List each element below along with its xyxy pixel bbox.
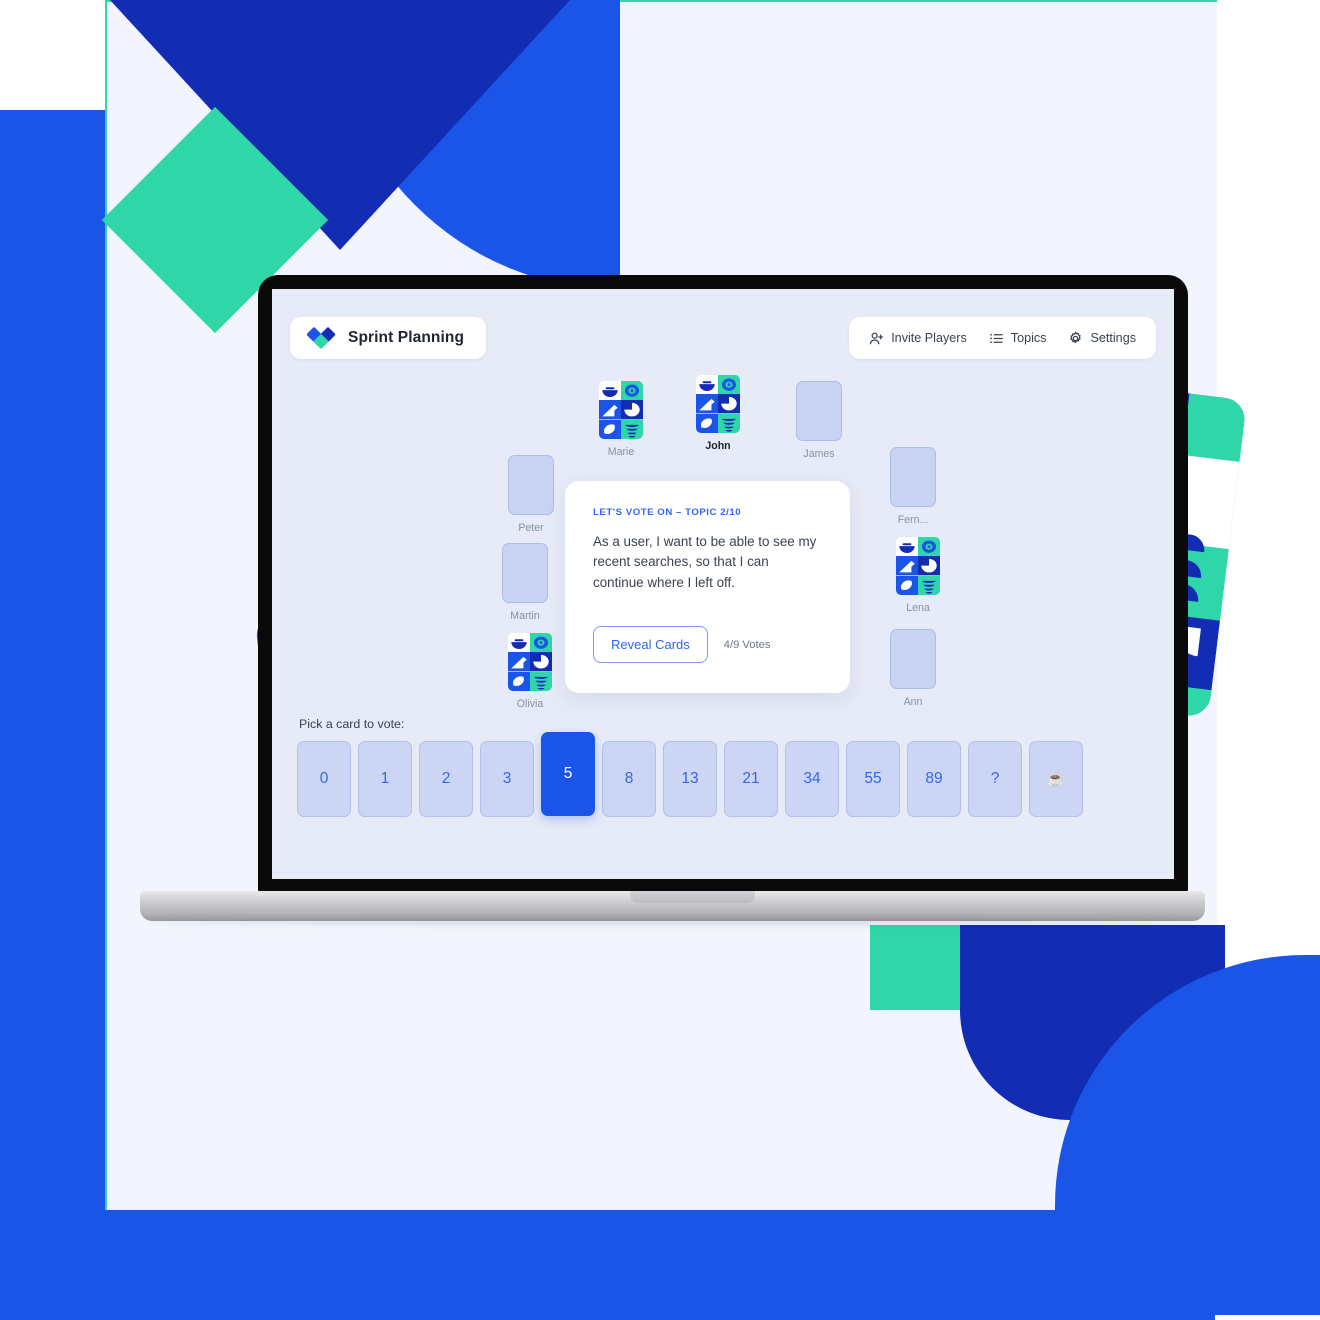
avatar-pattern-tile <box>599 400 621 420</box>
avatar-pattern-tile <box>718 394 740 414</box>
avatar-pattern-tile <box>508 652 530 672</box>
app-logo-pill[interactable]: Sprint Planning <box>290 317 487 359</box>
empty-vote-slot <box>508 455 554 515</box>
topic-kicker: LET'S VOTE ON – TOPIC 2/10 <box>593 507 742 518</box>
avatar-pattern-tile <box>530 671 552 691</box>
vote-card-0[interactable]: 0 <box>297 741 351 817</box>
empty-vote-slot <box>502 543 548 603</box>
invite-players-button[interactable]: Invite Players <box>869 331 967 346</box>
top-bar: Sprint Planning Invite Players Topics Se… <box>290 317 1156 359</box>
avatar <box>896 537 940 595</box>
player-name: Peter <box>518 522 544 534</box>
topics-label: Topics <box>1010 331 1047 345</box>
sprint-planning-app: Sprint Planning Invite Players Topics Se… <box>272 289 1174 879</box>
top-nav: Invite Players Topics Settings <box>849 317 1156 359</box>
blue-bottom-band-shape <box>0 1210 1215 1320</box>
avatar <box>696 375 740 433</box>
avatar-pattern-tile <box>530 652 552 672</box>
player-name: Olivia <box>516 698 544 710</box>
vote-count: 4/9 Votes <box>723 638 771 651</box>
settings-button[interactable]: Settings <box>1068 331 1136 346</box>
player-name: Fern... <box>897 514 929 526</box>
player-peter[interactable]: Peter <box>502 455 560 534</box>
player-name: Marie <box>607 446 635 458</box>
player-ann[interactable]: Ann <box>884 629 942 708</box>
empty-vote-slot <box>890 447 936 507</box>
vote-card-21[interactable]: 21 <box>724 741 778 817</box>
player-name: John <box>705 440 731 452</box>
vote-card-coffee[interactable]: ☕ <box>1029 741 1083 817</box>
avatar <box>508 633 552 691</box>
avatar-pattern-tile <box>621 381 643 401</box>
app-title: Sprint Planning <box>348 329 465 346</box>
avatar-pattern-tile <box>918 537 940 557</box>
vote-card-89[interactable]: 89 <box>907 741 961 817</box>
player-marie[interactable]: Marie <box>592 381 650 458</box>
topic-actions: Reveal Cards 4/9 Votes <box>593 626 770 663</box>
player-martin[interactable]: Martin <box>496 543 554 622</box>
avatar-pattern-tile <box>896 556 918 576</box>
settings-label: Settings <box>1090 331 1136 345</box>
avatar-pattern-tile <box>896 575 918 595</box>
avatar-pattern-tile <box>621 419 643 439</box>
topic-card: LET'S VOTE ON – TOPIC 2/10 As a user, I … <box>565 481 850 693</box>
avatar <box>599 381 643 439</box>
avatar-pattern-tile <box>918 556 940 576</box>
avatar-pattern-tile <box>718 375 740 395</box>
player-fernanda[interactable]: Fern... <box>884 447 942 526</box>
gear-icon <box>1068 331 1083 346</box>
player-name: Lena <box>906 602 930 614</box>
avatar-pattern-tile <box>918 575 940 595</box>
vote-card-34[interactable]: 34 <box>785 741 839 817</box>
vote-card-55[interactable]: 55 <box>846 741 900 817</box>
reveal-cards-button[interactable]: Reveal Cards <box>593 626 708 663</box>
vote-card-13[interactable]: 13 <box>663 741 717 817</box>
vote-card-1[interactable]: 1 <box>358 741 412 817</box>
topics-button[interactable]: Topics <box>989 331 1047 346</box>
vote-card-2[interactable]: 2 <box>419 741 473 817</box>
list-icon <box>989 331 1004 346</box>
invite-players-label: Invite Players <box>891 331 967 345</box>
avatar-pattern-tile <box>696 375 718 395</box>
avatar-pattern-tile <box>599 419 621 439</box>
vote-card-5[interactable]: 5 <box>541 732 595 816</box>
empty-vote-slot <box>796 381 842 441</box>
player-john[interactable]: John <box>689 375 747 452</box>
topic-description: As a user, I want to be able to see my r… <box>593 534 817 590</box>
vote-card-8[interactable]: 8 <box>602 741 656 817</box>
avatar-pattern-tile <box>621 400 643 420</box>
laptop-base-notch <box>630 891 755 903</box>
card-deck: 0 1 2 3 5 8 13 21 34 55 89? ☕ <box>297 732 1149 831</box>
laptop-shadow <box>145 919 1200 925</box>
laptop-mockup: Sprint Planning Invite Players Topics Se… <box>140 275 1205 925</box>
player-olivia[interactable]: Olivia <box>501 633 559 710</box>
avatar-pattern-tile <box>599 381 621 401</box>
blue-left-strip-shape <box>0 110 105 1320</box>
player-name: Martin <box>510 610 540 622</box>
vote-card-3[interactable]: 3 <box>480 741 534 817</box>
player-james[interactable]: James <box>790 381 848 460</box>
person-add-icon <box>869 331 884 346</box>
empty-vote-slot <box>890 629 936 689</box>
avatar-pattern-tile <box>508 633 530 653</box>
player-name: James <box>803 448 835 460</box>
vote-card-question[interactable]: ? <box>968 741 1022 817</box>
avatar-pattern-tile <box>718 413 740 433</box>
avatar-pattern-tile <box>696 413 718 433</box>
player-name: Ann <box>903 696 923 708</box>
avatar-pattern-tile <box>696 394 718 414</box>
laptop-screen: Sprint Planning Invite Players Topics Se… <box>272 289 1174 879</box>
player-lena[interactable]: Lena <box>889 537 947 614</box>
avatar-pattern-tile <box>508 671 530 691</box>
avatar-pattern-tile <box>896 537 918 557</box>
avatar-pattern-tile <box>530 633 552 653</box>
deck-label: Pick a card to vote: <box>299 717 405 731</box>
diamond-heart-logo-icon <box>306 327 337 349</box>
